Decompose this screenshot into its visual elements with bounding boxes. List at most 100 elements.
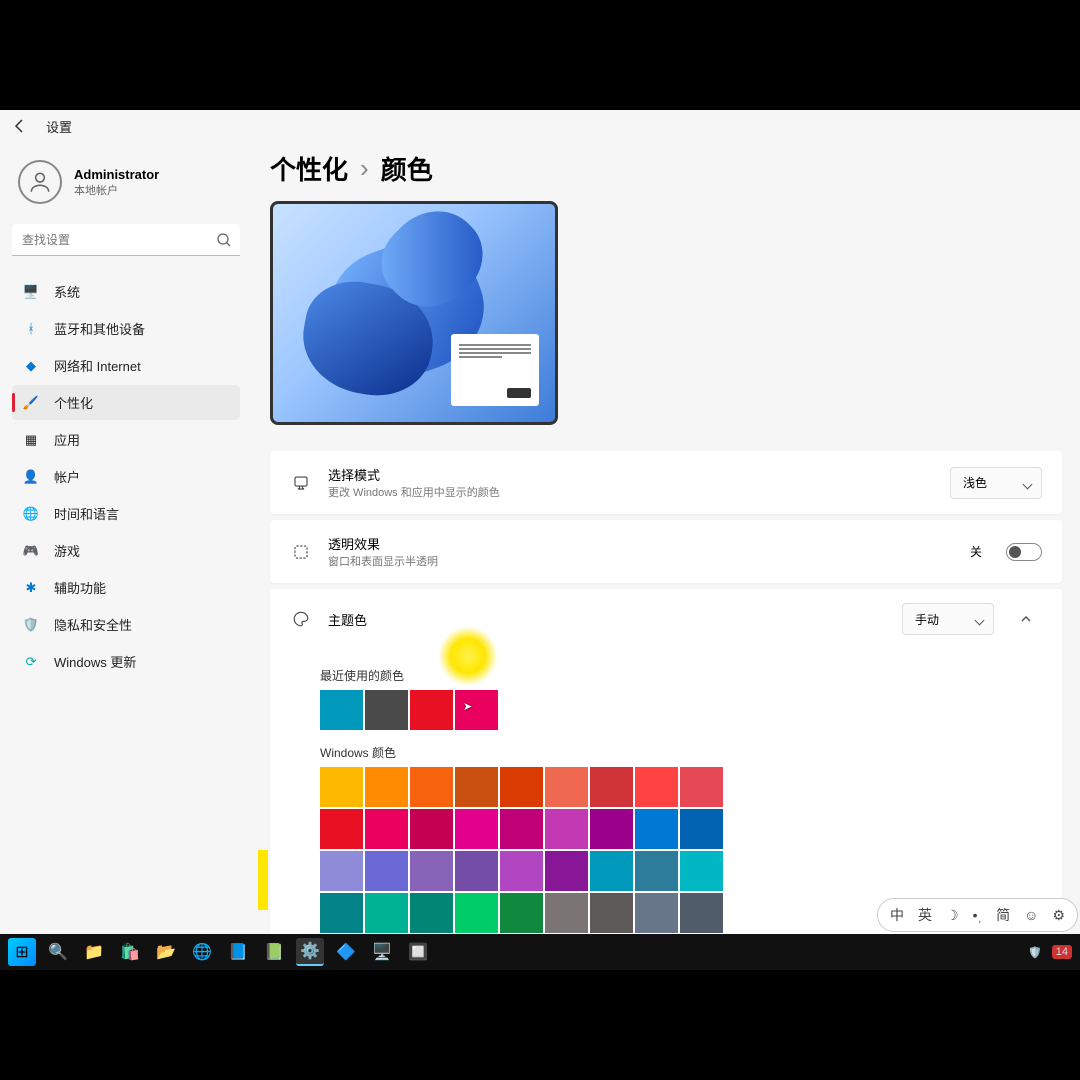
color-swatch[interactable] [365,767,408,807]
color-swatch[interactable] [590,851,633,891]
mode-select[interactable]: 浅色 [950,467,1042,499]
ime-jian[interactable]: 简 [996,905,1010,925]
user-block[interactable]: Administrator 本地帐户 [12,150,240,222]
color-swatch[interactable] [500,893,543,933]
recent-colors-label: 最近使用的颜色 [320,667,1042,684]
color-swatch[interactable] [680,809,723,849]
system-icon: 🖥️ [22,283,40,301]
search-input[interactable] [12,224,240,256]
start-button[interactable]: ⊞ [8,938,36,966]
color-swatch[interactable] [365,851,408,891]
ime-gear-icon[interactable]: ⚙ [1052,907,1065,924]
color-swatch[interactable] [545,893,588,933]
ime-bar[interactable]: 中 英 ☽ •ˌ 简 ☺ ⚙ [877,898,1078,932]
card-desc: 窗口和表面显示半透明 [328,553,954,569]
color-swatch[interactable] [545,767,588,807]
nav-label: 个性化 [54,393,93,412]
color-swatch[interactable] [320,767,363,807]
system-tray[interactable]: 🛡️ 14 [1028,945,1072,959]
color-swatch[interactable] [500,767,543,807]
color-swatch[interactable] [365,809,408,849]
ime-en[interactable]: 英 [918,905,932,925]
card-accent[interactable]: 主题色 手动 [270,589,1062,649]
search-box[interactable] [12,224,240,256]
task-store[interactable]: 🛍️ [116,938,144,966]
nav-time[interactable]: 🌐时间和语言 [12,496,240,531]
color-swatch[interactable] [590,893,633,933]
theme-preview [270,201,558,425]
task-app3[interactable]: 🔲 [404,938,432,966]
nav-label: Windows 更新 [54,652,136,671]
nav-accessibility[interactable]: ✱辅助功能 [12,570,240,605]
user-role: 本地帐户 [74,182,159,198]
card-transparency[interactable]: 透明效果 窗口和表面显示半透明 关 [270,520,1062,583]
color-swatch[interactable] [500,809,543,849]
color-swatch[interactable] [545,851,588,891]
color-swatch[interactable] [365,893,408,933]
recent-swatch[interactable] [365,690,408,730]
task-search[interactable]: 🔍 [44,938,72,966]
nav-privacy[interactable]: 🛡️隐私和安全性 [12,607,240,642]
color-swatch[interactable] [410,893,453,933]
color-swatch[interactable] [635,767,678,807]
user-name: Administrator [74,167,159,182]
color-swatch[interactable] [635,851,678,891]
card-title: 选择模式 [328,465,934,484]
accent-mode-select[interactable]: 手动 [902,603,994,635]
ime-moon-icon[interactable]: ☽ [946,907,959,924]
color-swatch[interactable] [680,851,723,891]
task-folder[interactable]: 📂 [152,938,180,966]
nav-update[interactable]: ⟳Windows 更新 [12,644,240,679]
person-icon: 👤 [22,468,40,486]
color-swatch[interactable] [410,851,453,891]
nav-bluetooth[interactable]: ᚼ蓝牙和其他设备 [12,311,240,346]
task-explorer[interactable]: 📁 [80,938,108,966]
color-swatch[interactable] [410,809,453,849]
color-swatch[interactable] [320,851,363,891]
recent-swatch[interactable] [320,690,363,730]
color-swatch[interactable] [590,809,633,849]
nav-network[interactable]: ◆网络和 Internet [12,348,240,383]
color-swatch[interactable] [635,809,678,849]
color-swatch[interactable] [455,809,498,849]
nav-personalization[interactable]: 🖌️个性化 [12,385,240,420]
nav-apps[interactable]: ▦应用 [12,422,240,457]
nav-system[interactable]: 🖥️ 系统 [12,274,240,309]
color-swatch[interactable] [680,893,723,933]
nav-gaming[interactable]: 🎮游戏 [12,533,240,568]
taskbar[interactable]: ⊞ 🔍 📁 🛍️ 📂 🌐 📘 📗 ⚙️ 🔷 🖥️ 🔲 🛡️ 14 [0,934,1080,970]
task-edge[interactable]: 🌐 [188,938,216,966]
task-excel[interactable]: 📗 [260,938,288,966]
color-swatch[interactable] [635,893,678,933]
color-swatch[interactable] [545,809,588,849]
color-swatch[interactable] [320,893,363,933]
bluetooth-icon: ᚼ [22,320,40,338]
ime-emoji-icon[interactable]: ☺ [1024,907,1038,923]
color-swatch[interactable] [680,767,723,807]
recent-swatch[interactable] [410,690,453,730]
task-settings[interactable]: ⚙️ [296,938,324,966]
transparency-toggle[interactable] [1006,543,1042,561]
tray-badge[interactable]: 14 [1052,945,1072,959]
ime-dot[interactable]: •ˌ [973,907,983,923]
color-swatch[interactable] [410,767,453,807]
nav-label: 系统 [54,282,80,301]
card-mode[interactable]: 选择模式 更改 Windows 和应用中显示的颜色 浅色 [270,451,1062,514]
color-swatch[interactable] [455,893,498,933]
color-swatch[interactable] [320,809,363,849]
expander-button[interactable] [1010,603,1042,635]
color-swatch[interactable] [455,767,498,807]
breadcrumb-parent[interactable]: 个性化 [270,150,348,187]
color-swatch[interactable] [590,767,633,807]
task-app2[interactable]: 🖥️ [368,938,396,966]
nav-accounts[interactable]: 👤帐户 [12,459,240,494]
color-swatch[interactable] [455,851,498,891]
recent-swatch[interactable] [455,690,498,730]
tray-shield-icon[interactable]: 🛡️ [1028,946,1042,959]
task-word[interactable]: 📘 [224,938,252,966]
task-app1[interactable]: 🔷 [332,938,360,966]
color-swatch[interactable] [500,851,543,891]
back-button[interactable] [10,116,30,136]
nav-label: 应用 [54,430,80,449]
ime-ch[interactable]: 中 [890,905,904,925]
